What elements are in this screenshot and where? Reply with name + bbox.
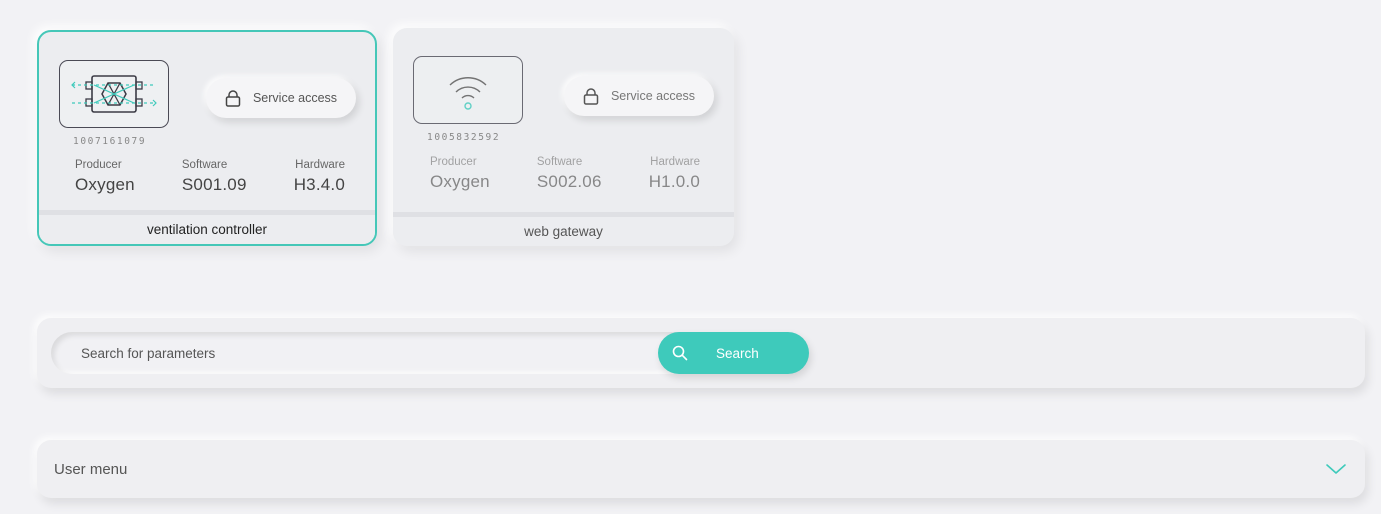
search-button[interactable]: Search [658, 332, 809, 374]
device-dashboard: 1007161079 Service access Producer Oxyge… [0, 0, 1381, 514]
producer-value: Oxygen [75, 175, 135, 194]
producer-info: Producer Oxygen [75, 159, 135, 195]
software-value: S001.09 [181, 175, 247, 194]
device-info: Producer Oxygen Software S001.09 Hardwar… [75, 159, 345, 195]
service-access-label: Service access [252, 91, 338, 105]
producer-info: Producer Oxygen [430, 156, 490, 192]
lock-icon [225, 89, 241, 107]
hardware-info: Hardware H3.4.0 [294, 159, 345, 195]
software-value: S002.06 [536, 172, 602, 191]
lock-icon [583, 87, 599, 105]
device-info: Producer Oxygen Software S002.06 Hardwar… [430, 156, 700, 192]
search-panel: Search [37, 318, 1365, 388]
search-button-label: Search [716, 345, 759, 361]
hardware-value: H1.0.0 [648, 172, 700, 191]
hardware-label: Hardware [650, 156, 700, 168]
service-access-label: Service access [610, 89, 696, 103]
device-card-web-gateway[interactable]: 1005832592 Service access Producer Oxyge… [393, 28, 734, 246]
heat-exchanger-icon [59, 60, 169, 128]
chevron-down-icon [1325, 462, 1347, 476]
software-info: Software S001.09 [182, 159, 247, 195]
user-menu-label: User menu [54, 460, 128, 478]
hardware-info: Hardware H1.0.0 [649, 156, 700, 192]
wifi-icon [413, 56, 523, 124]
hardware-label: Hardware [295, 159, 345, 171]
service-access-button[interactable]: Service access [564, 76, 714, 116]
producer-label: Producer [75, 159, 122, 171]
search-input[interactable] [51, 332, 691, 374]
device-name: ventilation controller [39, 210, 375, 244]
software-info: Software S002.06 [537, 156, 602, 192]
service-access-button[interactable]: Service access [206, 78, 356, 118]
software-label: Software [536, 156, 583, 168]
search-icon [672, 345, 688, 361]
software-label: Software [181, 159, 228, 171]
hardware-value: H3.4.0 [293, 175, 345, 194]
device-name: web gateway [393, 212, 734, 246]
device-card-ventilation-controller[interactable]: 1007161079 Service access Producer Oxyge… [37, 30, 377, 246]
producer-label: Producer [430, 156, 477, 168]
device-serial: 1007161079 [73, 136, 147, 147]
producer-value: Oxygen [430, 172, 490, 191]
user-menu-toggle[interactable]: User menu [37, 440, 1365, 498]
device-serial: 1005832592 [427, 132, 501, 143]
